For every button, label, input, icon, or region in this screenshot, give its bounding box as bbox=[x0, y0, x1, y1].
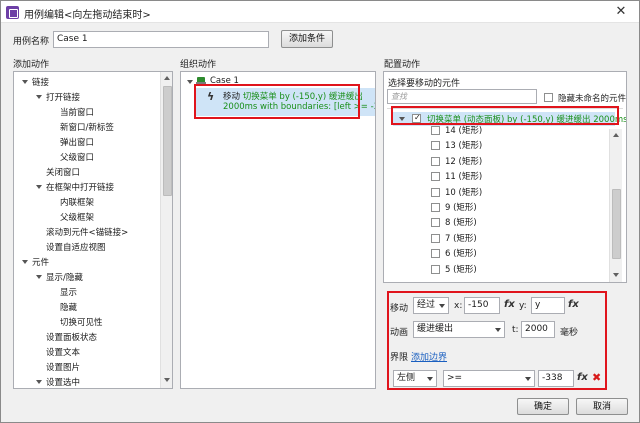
widget-list-item[interactable]: 8 (矩形) bbox=[445, 216, 477, 228]
widget-list-item[interactable]: 11 (矩形) bbox=[445, 170, 482, 182]
widget-checkbox[interactable] bbox=[431, 203, 440, 212]
scroll-up-icon[interactable] bbox=[164, 76, 170, 80]
widget-list-item[interactable]: 10 (矩形) bbox=[445, 186, 482, 198]
expand-triangle-icon[interactable] bbox=[22, 80, 28, 84]
add-action-heading: 添加动作 bbox=[13, 60, 50, 70]
action-tree-item[interactable]: 链接 bbox=[32, 76, 49, 88]
add-condition-button[interactable]: 添加条件 bbox=[281, 30, 333, 48]
highlight-box-widget bbox=[391, 106, 619, 125]
widget-list-item[interactable]: 14 (矩形) bbox=[445, 124, 482, 136]
action-tree-item[interactable]: 关闭窗口 bbox=[46, 166, 80, 178]
app-icon bbox=[6, 6, 19, 19]
action-tree-item[interactable]: 设置面板状态 bbox=[46, 331, 97, 343]
widget-checkbox[interactable] bbox=[431, 187, 440, 197]
action-tree-item[interactable]: 内联框架 bbox=[60, 196, 94, 208]
action-tree-item[interactable]: 当前窗口 bbox=[60, 106, 94, 118]
action-tree-item[interactable]: 父级框架 bbox=[60, 211, 94, 223]
widget-list: ✓ 切换菜单 (动态面板) by (-150,y) 缓进缓出 2000ms wi… bbox=[387, 108, 626, 282]
case-name-label: 用例名称 bbox=[13, 37, 50, 47]
action-tree-item[interactable]: 显示/隐藏 bbox=[46, 271, 83, 283]
scroll-up-icon[interactable] bbox=[613, 133, 619, 137]
expand-triangle-icon[interactable] bbox=[36, 380, 42, 384]
dialog-window: 用例编辑<向左拖动结束时> ✕ 用例名称 Case 1 添加条件 添加动作 组织… bbox=[0, 0, 640, 423]
widget-checkbox[interactable] bbox=[431, 141, 440, 151]
widget-list-item[interactable]: 9 (矩形) bbox=[445, 201, 477, 213]
ok-button[interactable]: 确定 bbox=[517, 398, 569, 415]
action-tree-item[interactable]: 设置选中 bbox=[46, 376, 80, 388]
action-tree-scrollbar[interactable] bbox=[160, 72, 172, 388]
scroll-down-icon[interactable] bbox=[613, 273, 619, 277]
cancel-button[interactable]: 取消 bbox=[576, 398, 628, 415]
scroll-thumb[interactable] bbox=[612, 189, 621, 259]
widget-search-input[interactable]: 查找 bbox=[387, 89, 537, 104]
scroll-thumb[interactable] bbox=[163, 86, 172, 196]
widget-checkbox[interactable] bbox=[431, 156, 440, 166]
organize-action-heading: 组织动作 bbox=[180, 60, 217, 70]
action-tree-item[interactable]: 新窗口/新标签 bbox=[60, 121, 114, 133]
action-tree-item[interactable]: 弹出窗口 bbox=[60, 136, 94, 148]
configure-action-heading: 配置动作 bbox=[384, 60, 421, 70]
widget-checkbox[interactable] bbox=[431, 218, 440, 228]
close-button[interactable]: ✕ bbox=[613, 4, 629, 20]
expand-triangle-icon[interactable] bbox=[187, 80, 193, 84]
widget-checkbox[interactable] bbox=[431, 264, 440, 274]
widget-list-scrollbar[interactable] bbox=[609, 129, 622, 282]
action-tree-item[interactable]: 显示 bbox=[60, 286, 77, 298]
select-widget-label: 选择要移动的元件 bbox=[388, 79, 461, 89]
expand-triangle-icon[interactable] bbox=[22, 260, 28, 264]
hide-unnamed-label: 隐藏未命名的元件 bbox=[558, 94, 627, 104]
expand-triangle-icon[interactable] bbox=[36, 185, 42, 189]
action-tree-item[interactable]: 设置自适应视图 bbox=[46, 241, 106, 253]
action-tree-panel: 链接打开链接当前窗口新窗口/新标签 弹出窗口父级窗口关闭窗口在框架中打开链接 内联框… bbox=[13, 71, 173, 389]
highlight-box-config bbox=[387, 291, 607, 390]
widget-list-item[interactable]: 12 (矩形) bbox=[445, 155, 482, 167]
highlight-box-action bbox=[194, 84, 360, 119]
window-title: 用例编辑<向左拖动结束时> bbox=[24, 10, 151, 21]
action-tree-item[interactable]: 滚动到元件<锚链接> bbox=[46, 226, 128, 238]
widget-checkbox[interactable] bbox=[431, 126, 440, 135]
widget-checkbox[interactable] bbox=[431, 249, 440, 259]
expand-triangle-icon[interactable] bbox=[36, 275, 42, 279]
action-tree-item[interactable]: 切换可见性 bbox=[60, 316, 103, 328]
case-name-field[interactable]: Case 1 bbox=[53, 31, 269, 48]
titlebar: 用例编辑<向左拖动结束时> ✕ bbox=[1, 1, 639, 23]
expand-triangle-icon[interactable] bbox=[36, 95, 42, 99]
widget-list-item[interactable]: 7 (矩形) bbox=[445, 232, 477, 244]
widget-list-item[interactable]: 13 (矩形) bbox=[445, 139, 482, 151]
widget-checkbox[interactable] bbox=[431, 233, 440, 243]
action-tree-item[interactable]: 打开链接 bbox=[46, 91, 80, 103]
hide-unnamed-checkbox[interactable] bbox=[544, 93, 553, 102]
widget-list-item[interactable]: 6 (矩形) bbox=[445, 247, 477, 259]
widget-select-panel: 选择要移动的元件 查找 隐藏未命名的元件 ✓ 切换菜单 (动态面板) by (-… bbox=[383, 71, 627, 283]
widget-list-item[interactable]: 5 (矩形) bbox=[445, 263, 477, 275]
action-tree-item[interactable]: 设置文本 bbox=[46, 346, 80, 358]
action-tree-item[interactable]: 父级窗口 bbox=[60, 151, 94, 163]
widget-checkbox[interactable] bbox=[431, 172, 440, 182]
action-tree-item[interactable]: 隐藏 bbox=[60, 301, 77, 313]
scroll-down-icon[interactable] bbox=[164, 378, 170, 382]
action-tree-item[interactable]: 设置图片 bbox=[46, 361, 80, 373]
action-tree-item[interactable]: 在框架中打开链接 bbox=[46, 181, 114, 193]
action-tree-item[interactable]: 元件 bbox=[32, 256, 49, 268]
